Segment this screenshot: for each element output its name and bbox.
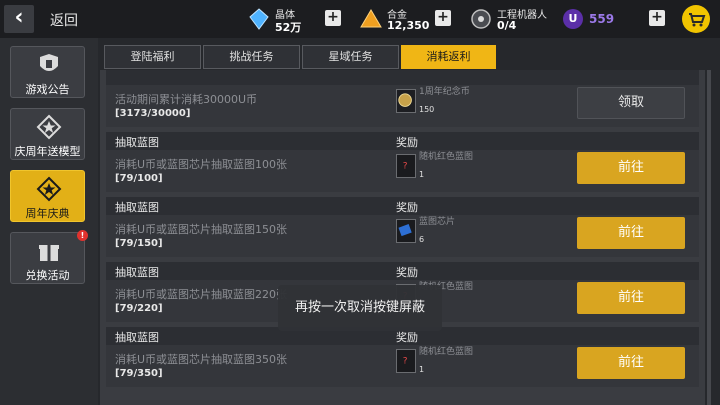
task-description: 消耗U币或蓝图芯片抽取蓝图150张 — [115, 223, 288, 236]
list-item: 活动期间累计消耗30000U币 [3173/30000] 1周年纪念币 150 … — [106, 70, 699, 127]
u-coin-value: 559 — [589, 12, 615, 26]
reward-quantity: 1 — [419, 365, 425, 374]
sidebar-item-label: 游戏公告 — [25, 83, 70, 96]
sidebar-item-announcement[interactable]: 游戏公告 — [10, 46, 85, 98]
back-button[interactable]: ‹ — [4, 5, 34, 33]
tab-spend-rebate[interactable]: 消耗返利 — [401, 45, 496, 69]
svg-text:?: ? — [403, 357, 408, 367]
tab-star-domain-tasks[interactable]: 星域任务 — [302, 45, 399, 69]
sidebar-item-label: 周年庆典 — [25, 207, 70, 220]
task-description: 消耗U币或蓝图芯片抽取蓝图220张 — [115, 288, 288, 301]
alloy-icon — [360, 9, 382, 28]
scrollbar[interactable] — [707, 70, 711, 405]
task-description: 活动期间累计消耗30000U币 — [115, 93, 258, 106]
crystal-icon — [249, 8, 269, 30]
svg-text:?: ? — [403, 162, 408, 172]
crystal-value: 52万 — [275, 21, 302, 34]
task-progress: [3173/30000] — [115, 108, 191, 119]
task-progress: [79/100] — [115, 173, 163, 184]
reward-name: 随机红色蓝图 — [419, 347, 474, 357]
task-title: 抽取蓝图 — [115, 136, 159, 149]
back-label[interactable]: 返回 — [50, 10, 78, 30]
task-title: 抽取蓝图 — [115, 201, 159, 214]
reward-header: 奖励 — [396, 266, 418, 279]
claim-button[interactable]: 领取 — [577, 87, 685, 119]
reward-name: 1周年纪念币 — [419, 87, 470, 97]
random-blueprint-icon: ? — [396, 349, 416, 373]
toast-message: 再按一次取消按键屏蔽 — [278, 285, 442, 331]
alloy-value: 12,350 — [387, 19, 430, 32]
list-item: 抽取蓝图 奖励 消耗U币或蓝图芯片抽取蓝图100张 [79/100] ? 随机红… — [106, 132, 699, 192]
anniversary-coin-icon — [396, 89, 416, 113]
go-button[interactable]: 前往 — [577, 282, 685, 314]
random-blueprint-icon: ? — [396, 154, 416, 178]
reward-header: 奖励 — [396, 331, 418, 344]
star-badge-icon — [36, 114, 62, 140]
task-progress: [79/150] — [115, 238, 163, 249]
robot-icon — [471, 9, 491, 29]
sidebar-item-anniversary-celebration[interactable]: 周年庆典 — [10, 170, 85, 222]
reward-header: 奖励 — [396, 136, 418, 149]
sidebar-item-anniversary-model[interactable]: 庆周年送模型 — [10, 108, 85, 160]
celebration-icon — [36, 176, 62, 202]
list-item: 抽取蓝图 奖励 消耗U币或蓝图芯片抽取蓝图150张 [79/150] 蓝图芯片 … — [106, 197, 699, 257]
tab-login-rewards[interactable]: 登陆福利 — [104, 45, 201, 69]
shop-cart-button[interactable] — [682, 5, 710, 33]
reward-quantity: 6 — [419, 235, 425, 244]
tab-challenge-tasks[interactable]: 挑战任务 — [203, 45, 300, 69]
reward-quantity: 1 — [419, 170, 425, 179]
task-title: 抽取蓝图 — [115, 331, 159, 344]
add-crystal-button[interactable]: + — [325, 10, 341, 26]
cart-icon — [689, 13, 706, 27]
list-item: 抽取蓝图 奖励 消耗U币或蓝图芯片抽取蓝图350张 [79/350] ? 随机红… — [106, 327, 699, 387]
row-header — [106, 70, 699, 85]
task-list[interactable]: 活动期间累计消耗30000U币 [3173/30000] 1周年纪念币 150 … — [100, 70, 705, 405]
task-description: 消耗U币或蓝图芯片抽取蓝图100张 — [115, 158, 288, 171]
top-bar: ‹ 返回 晶体 52万 + 合金 12,350 + 工程机器人 0/4 U 55… — [0, 0, 720, 38]
blueprint-chip-icon — [396, 219, 416, 243]
sidebar: 游戏公告 庆周年送模型 周年庆典 兑换活动 ! — [0, 38, 98, 405]
u-coin-icon: U — [563, 9, 583, 29]
reward-name: 随机红色蓝图 — [419, 152, 474, 162]
notification-badge: ! — [77, 230, 88, 241]
sidebar-item-exchange[interactable]: 兑换活动 ! — [10, 230, 88, 284]
reward-name: 蓝图芯片 — [419, 217, 456, 227]
reward-quantity: 150 — [419, 105, 435, 114]
announcement-icon — [40, 54, 58, 71]
task-progress: [79/350] — [115, 368, 163, 379]
gift-icon — [39, 245, 59, 261]
chevron-left-icon: ‹ — [14, 5, 24, 30]
reward-header: 奖励 — [396, 201, 418, 214]
sidebar-item-label: 庆周年送模型 — [14, 145, 81, 158]
task-progress: [79/220] — [115, 303, 163, 314]
add-u-coin-button[interactable]: + — [649, 10, 665, 26]
task-title: 抽取蓝图 — [115, 266, 159, 279]
go-button[interactable]: 前往 — [577, 347, 685, 379]
sidebar-item-label: 兑换活动 — [25, 269, 70, 282]
task-description: 消耗U币或蓝图芯片抽取蓝图350张 — [115, 353, 288, 366]
go-button[interactable]: 前往 — [577, 152, 685, 184]
robot-value: 0/4 — [497, 19, 517, 32]
go-button[interactable]: 前往 — [577, 217, 685, 249]
add-alloy-button[interactable]: + — [435, 10, 451, 26]
